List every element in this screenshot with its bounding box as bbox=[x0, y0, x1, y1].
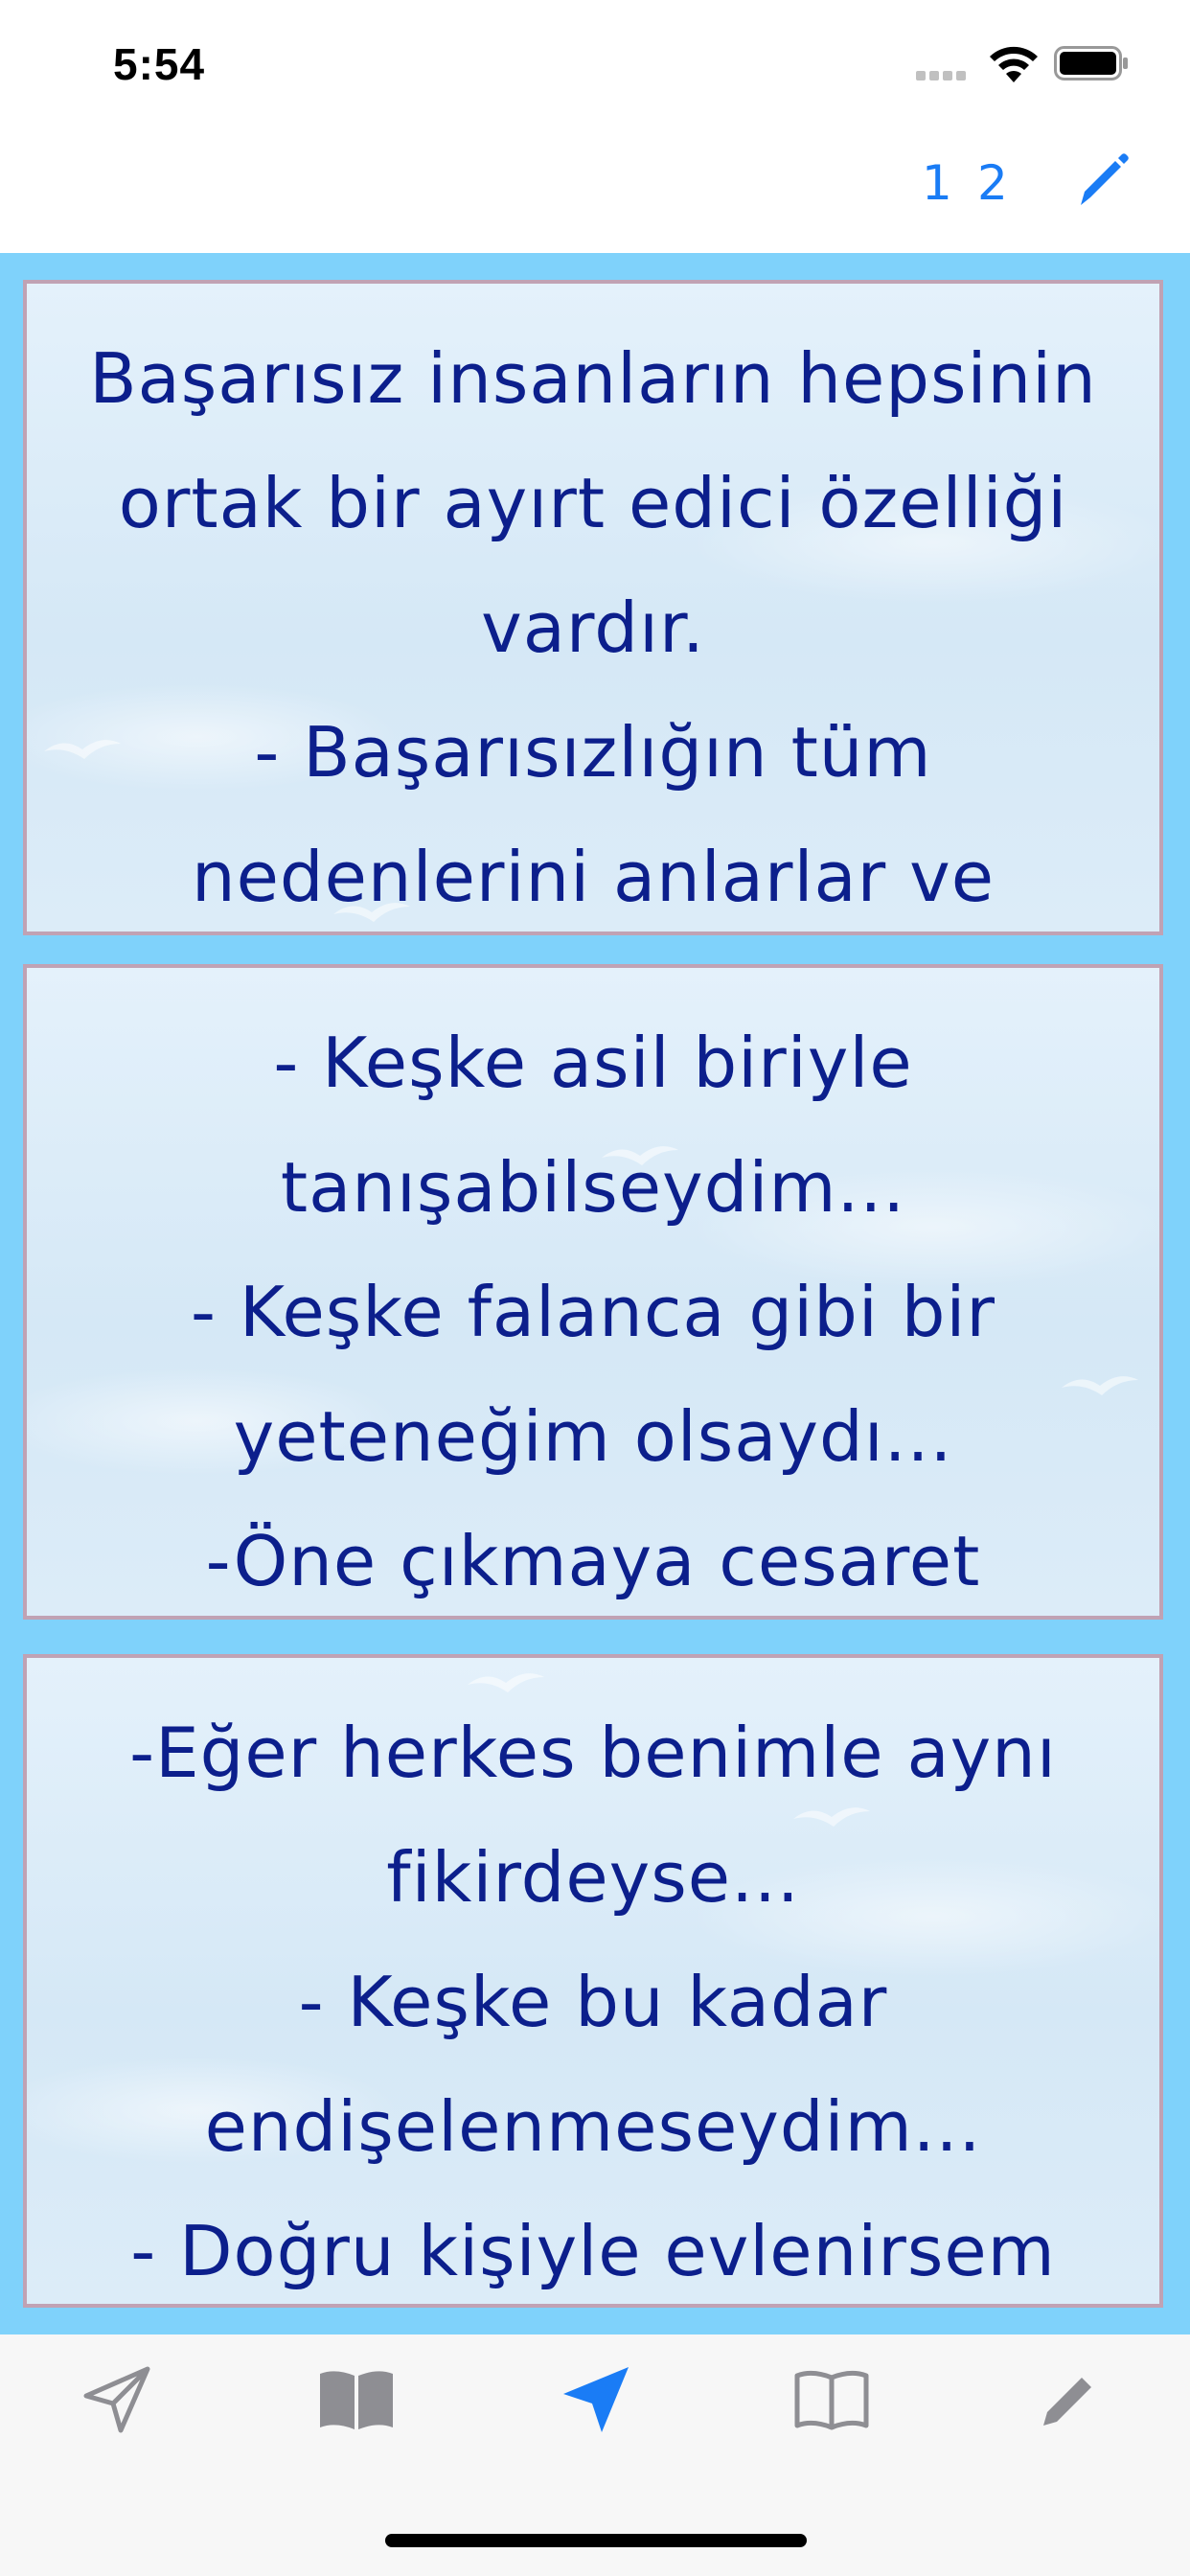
quote-line: endişelenmeseydim... bbox=[204, 2086, 982, 2167]
content-area[interactable]: Başarısız insanların hepsinin ortak bir … bbox=[0, 253, 1190, 2334]
navigation-bar: 1 2 bbox=[0, 126, 1190, 253]
paper-plane-outline-icon bbox=[83, 2366, 150, 2433]
quote-card[interactable]: - Keşke asil biriyle tanışabilseydim... … bbox=[23, 964, 1163, 1620]
tab-book-filled[interactable] bbox=[309, 2352, 404, 2448]
screen: 5:54 1 2 Başarısız insanların hepsinin o… bbox=[0, 0, 1190, 2576]
paper-plane-filled-icon bbox=[563, 2367, 629, 2432]
quote-line: -Eğer herkes benimle aynı bbox=[129, 1713, 1057, 1793]
home-indicator bbox=[385, 2534, 807, 2547]
wifi-icon bbox=[990, 46, 1038, 82]
quote-line: vardır. bbox=[481, 587, 705, 668]
quote-line: - Keşke falanca gibi bir bbox=[190, 1272, 996, 1352]
quote-line: - Başarısızlığın tüm bbox=[254, 712, 932, 793]
quote-card[interactable]: Başarısız insanların hepsinin ortak bir … bbox=[23, 280, 1163, 935]
bird-decoration-icon bbox=[602, 1146, 678, 1165]
pencil-icon[interactable] bbox=[1071, 150, 1133, 211]
tab-send-filled[interactable] bbox=[548, 2352, 644, 2448]
bird-decoration-icon bbox=[468, 1673, 544, 1692]
quote-line: -Öne çıkmaya cesaret bbox=[205, 1521, 981, 1601]
quote-line: tanışabilseydim... bbox=[280, 1147, 906, 1228]
book-outline-icon bbox=[794, 2370, 869, 2430]
tab-book-outline[interactable] bbox=[784, 2352, 880, 2448]
tab-send-outline[interactable] bbox=[69, 2352, 165, 2448]
battery-icon bbox=[1054, 46, 1128, 80]
book-filled-icon bbox=[320, 2371, 393, 2429]
page-two-button[interactable]: 2 bbox=[977, 159, 1008, 207]
quote-line: - Doğru kişiyle evlenirsem bbox=[130, 2211, 1056, 2291]
quote-line: fikirdeyse... bbox=[386, 1837, 800, 1918]
quote-line: - Keşke bu kadar bbox=[298, 1962, 888, 2042]
quote-line: nedenlerini anlarlar ve bbox=[192, 837, 995, 917]
bird-decoration-icon bbox=[44, 740, 121, 759]
quote-line: - Keşke asil biriyle bbox=[273, 1023, 913, 1103]
status-time: 5:54 bbox=[113, 39, 206, 89]
quote-line: ortak bir ayırt edici özelliği bbox=[118, 463, 1068, 543]
pencil-icon bbox=[1043, 2378, 1091, 2426]
bird-decoration-icon bbox=[793, 1807, 870, 1827]
bird-decoration-icon bbox=[1062, 1376, 1138, 1395]
status-bar: 5:54 bbox=[0, 0, 1190, 126]
bird-decoration-icon bbox=[333, 903, 410, 922]
cellular-signal-icon bbox=[916, 69, 970, 80]
tab-pencil[interactable] bbox=[1021, 2352, 1117, 2448]
page-one-button[interactable]: 1 bbox=[922, 159, 952, 207]
quote-line: yeteneğim olsaydı... bbox=[233, 1396, 953, 1477]
quote-line: Başarısız insanların hepsinin bbox=[89, 338, 1097, 419]
quote-card[interactable]: -Eğer herkes benimle aynı fikirdeyse... … bbox=[23, 1654, 1163, 2308]
